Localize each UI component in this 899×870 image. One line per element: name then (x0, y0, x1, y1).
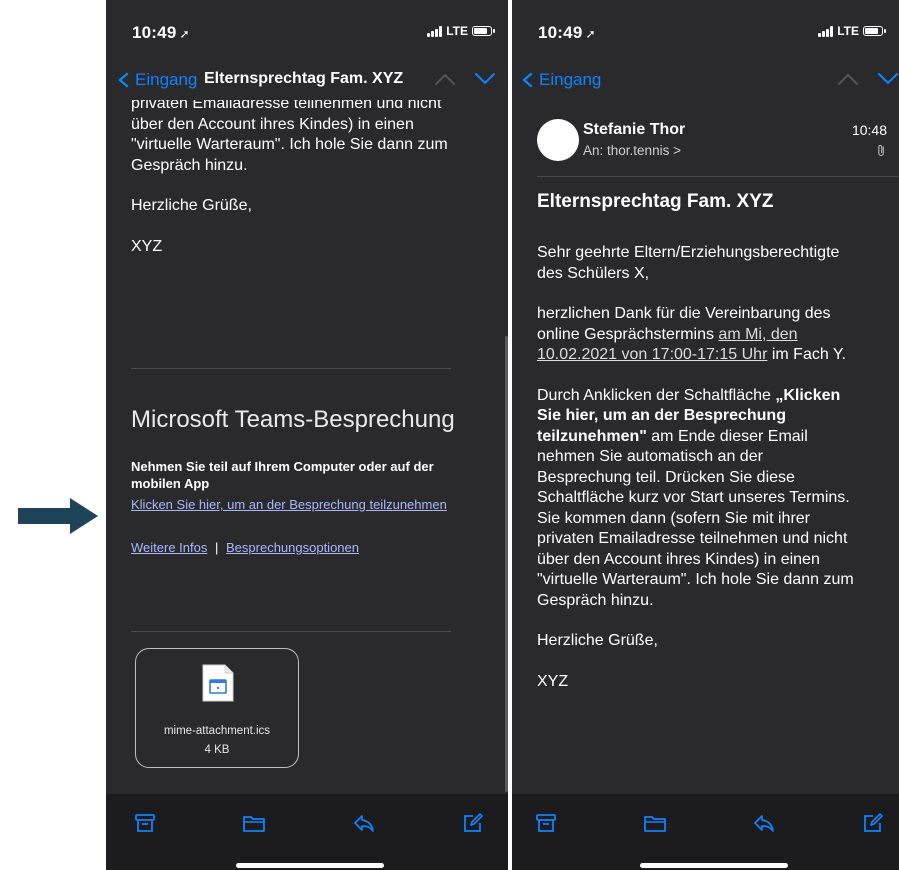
status-time: 10:49 ➚ (132, 23, 190, 42)
battery-icon (863, 26, 886, 36)
bottom-toolbar (512, 794, 899, 870)
body-line: nehmen Sie automatisch an der (537, 448, 763, 465)
body-line: Besprechung teil. Drücken Sie diese (537, 468, 795, 486)
sender-name[interactable]: Stefanie Thor (583, 121, 685, 139)
body-line: Gespräch hinzu. (131, 156, 248, 174)
body-line: Sehr geehrte Eltern/Erziehungsberechtigt… (537, 244, 840, 261)
attachment-size: 4 KB (204, 744, 230, 756)
back-button[interactable]: Eingang (116, 70, 197, 90)
status-bar: 10:49 ➚ LTE (106, 20, 508, 46)
attachment-name: mime-attachment.ics (163, 725, 271, 737)
mail-subject: Elternsprechtag Fam. XYZ (537, 191, 774, 212)
body-line: über den Account ihres Kindes) in einen (537, 550, 820, 568)
teams-join-text: mobilen App (131, 476, 210, 491)
body-line: des Schülers X, (537, 264, 650, 282)
nav-title: Elternsprechtag Fam. XYZ (204, 70, 404, 87)
body-line: herzlichen Dank für die Vereinbarung des (537, 305, 831, 322)
body-line: über den Account ihres Kindes) in einen (131, 115, 414, 133)
pointer-arrow-icon (18, 498, 98, 534)
body-line: Gespräch hinzu. (537, 591, 654, 609)
location-icon: ➚ (585, 27, 596, 41)
divider (131, 368, 451, 369)
body-line: Durch Anklicken der Schaltfläche „Klicke… (537, 386, 841, 404)
chevron-up-icon[interactable] (434, 72, 456, 86)
signature: XYZ (537, 672, 569, 690)
body-line: teilzunehmen" am Ende dieser Email (537, 427, 808, 445)
chevron-left-icon (118, 72, 129, 88)
signal-icon (818, 25, 834, 37)
body-line: privaten Emailadresse teilnehmen und nic… (537, 530, 848, 547)
scrollbar[interactable] (505, 336, 508, 792)
reply-icon[interactable] (752, 812, 776, 834)
header-divider (537, 176, 899, 177)
divider (131, 631, 451, 632)
chevron-down-icon[interactable] (474, 72, 496, 86)
to-label: An: (583, 143, 604, 158)
date-link[interactable]: am Mi, den (718, 326, 797, 343)
chevron-left-icon (522, 72, 533, 88)
back-label: Eingang (539, 70, 602, 89)
sender-avatar (537, 119, 579, 161)
location-icon: ➚ (179, 27, 190, 41)
paperclip-icon (878, 144, 884, 156)
signal-icon (427, 25, 443, 37)
reply-icon[interactable] (352, 812, 376, 834)
home-indicator (640, 863, 788, 868)
folder-icon[interactable] (643, 812, 667, 834)
teams-heading: Microsoft Teams-Besprechung (131, 406, 455, 433)
attachment-card[interactable]: mime-attachment.ics 4 KB (135, 648, 299, 768)
body-line: 10.02.2021 von 17:00-17:15 Uhr im Fach Y… (537, 346, 846, 363)
compose-icon[interactable] (462, 812, 484, 834)
body-line: "virtuelle Warteraum". Ich hole Sie dann… (537, 571, 854, 588)
back-button[interactable]: Eingang (520, 70, 601, 90)
compose-icon[interactable] (862, 812, 884, 834)
calendar-file-icon (202, 664, 234, 702)
folder-icon[interactable] (242, 812, 266, 834)
teams-join-link[interactable]: Klicken Sie hier, um an der Besprechung … (131, 497, 447, 512)
home-indicator (236, 863, 384, 868)
body-line: privaten Emailadresse teilnehmen und nic… (131, 100, 442, 112)
left-phone-screen: 10:49 ➚ LTE Eingang Elternsprechtag Fam. … (106, 0, 508, 870)
recipient-line[interactable]: An: thor.tennis > (583, 143, 681, 158)
recipient: thor.tennis > (607, 143, 681, 158)
body-line: online Gesprächstermins am Mi, den (537, 325, 798, 343)
more-info-link[interactable]: Weitere Infos (131, 540, 207, 555)
mail-navbar: Eingang Elternsprechtag Fam. XYZ (106, 66, 508, 100)
archive-icon[interactable] (134, 812, 156, 834)
status-bar: 10:49 ➚ LTE (512, 20, 899, 46)
back-label: Eingang (135, 70, 198, 89)
status-time: 10:49 ➚ (538, 23, 596, 42)
link-divider: | (214, 540, 219, 555)
bottom-toolbar (106, 794, 508, 870)
body-line: Sie kommen dann (sofern Sie mit ihrer (537, 509, 810, 527)
network-label: LTE (837, 24, 859, 38)
mail-navbar: Eingang (512, 66, 899, 100)
meeting-options-link[interactable]: Besprechungsoptionen (226, 540, 359, 555)
mail-body: Sehr geehrte Eltern/Erziehungsberechtigt… (537, 243, 895, 692)
archive-icon[interactable] (535, 812, 557, 834)
teams-join-text: Nehmen Sie teil auf Ihrem Computer oder … (131, 459, 434, 474)
date-link[interactable]: 10.02.2021 von 17:00-17:15 Uhr (537, 346, 767, 363)
body-line: Sie hier, um an der Besprechung (537, 407, 786, 424)
mail-body: privaten Emailadresse teilnehmen und nic… (106, 100, 508, 794)
battery-icon (472, 26, 495, 36)
body-line: "virtuelle Warteraum". Ich hole Sie dann… (131, 136, 448, 153)
mail-time: 10:48 (851, 122, 887, 138)
network-label: LTE (446, 24, 468, 38)
chevron-up-icon[interactable] (837, 72, 859, 86)
greeting: Herzliche Grüße, (131, 197, 252, 214)
chevron-down-icon[interactable] (877, 72, 899, 86)
greeting: Herzliche Grüße, (537, 632, 658, 649)
body-line: Schaltfläche kurz vor Start unseres Term… (537, 489, 850, 506)
signature: XYZ (131, 237, 163, 255)
right-phone-screen: 10:49 ➚ LTE Eingang Stefanie Thor An: tho… (512, 0, 899, 870)
